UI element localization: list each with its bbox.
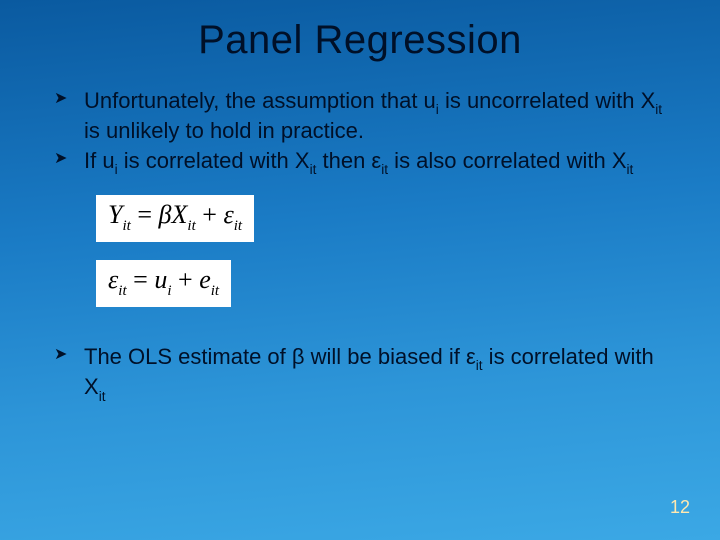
- eq2-eq: =: [127, 265, 155, 294]
- bullet-1: Unfortunately, the assumption that ui is…: [52, 87, 674, 145]
- bullet-3-sub-2: it: [99, 389, 106, 404]
- equation-1: Yit = βXit + εit: [96, 195, 254, 242]
- bullet-2-text-4: is also correlated with X: [388, 148, 626, 173]
- bullet-2-text-1: If u: [84, 148, 115, 173]
- bullet-3: The OLS estimate of β will be biased if …: [52, 343, 674, 404]
- eq1-lhs-sub: it: [122, 218, 130, 234]
- bullet-1-sub-2: it: [655, 102, 662, 117]
- eq1-lhs: Y: [108, 200, 122, 229]
- eq2-u: u: [154, 265, 167, 294]
- bullet-2-sub-2: it: [310, 162, 317, 177]
- eq2-e-sub: it: [211, 283, 219, 299]
- bullet-2-sub-3: it: [381, 162, 388, 177]
- eq1-eq: =: [131, 200, 159, 229]
- eq1-eps: ε: [223, 200, 233, 229]
- eq1-x: X: [171, 200, 187, 229]
- spacer: [46, 325, 674, 343]
- bullet-1-text-2: is uncorrelated with X: [439, 88, 655, 113]
- eq1-beta: β: [159, 200, 172, 229]
- bullet-2-sub-1: i: [115, 162, 118, 177]
- bullet-list: Unfortunately, the assumption that ui is…: [52, 87, 674, 177]
- page-number: 12: [670, 497, 690, 518]
- eq2-u-sub: i: [167, 283, 171, 299]
- eq2-e: e: [199, 265, 211, 294]
- bullet-1-sub-1: i: [436, 102, 439, 117]
- bullet-3-text-1: The OLS estimate of β will be biased if …: [84, 344, 476, 369]
- bullet-2-sub-4: it: [627, 162, 634, 177]
- eq1-plus: +: [196, 200, 224, 229]
- eq2-lhs: ε: [108, 265, 118, 294]
- equation-2: εit = ui + eit: [96, 260, 231, 307]
- bullet-2-text-2: is correlated with X: [118, 148, 310, 173]
- eq1-x-sub: it: [187, 218, 195, 234]
- eq1-eps-sub: it: [234, 218, 242, 234]
- slide: Panel Regression Unfortunately, the assu…: [0, 0, 720, 540]
- eq2-plus: +: [172, 265, 200, 294]
- slide-title: Panel Regression: [46, 18, 674, 63]
- bullet-list-2: The OLS estimate of β will be biased if …: [52, 343, 674, 404]
- eq2-lhs-sub: it: [118, 283, 126, 299]
- bullet-1-text-1: Unfortunately, the assumption that u: [84, 88, 436, 113]
- bullet-2-text-3: then ε: [316, 148, 381, 173]
- equation-block: Yit = βXit + εit εit = ui + eit: [96, 195, 674, 307]
- bullet-3-sub-1: it: [476, 358, 483, 373]
- bullet-1-text-3: is unlikely to hold in practice.: [84, 118, 364, 143]
- bullet-2: If ui is correlated with Xit then εit is…: [52, 147, 674, 177]
